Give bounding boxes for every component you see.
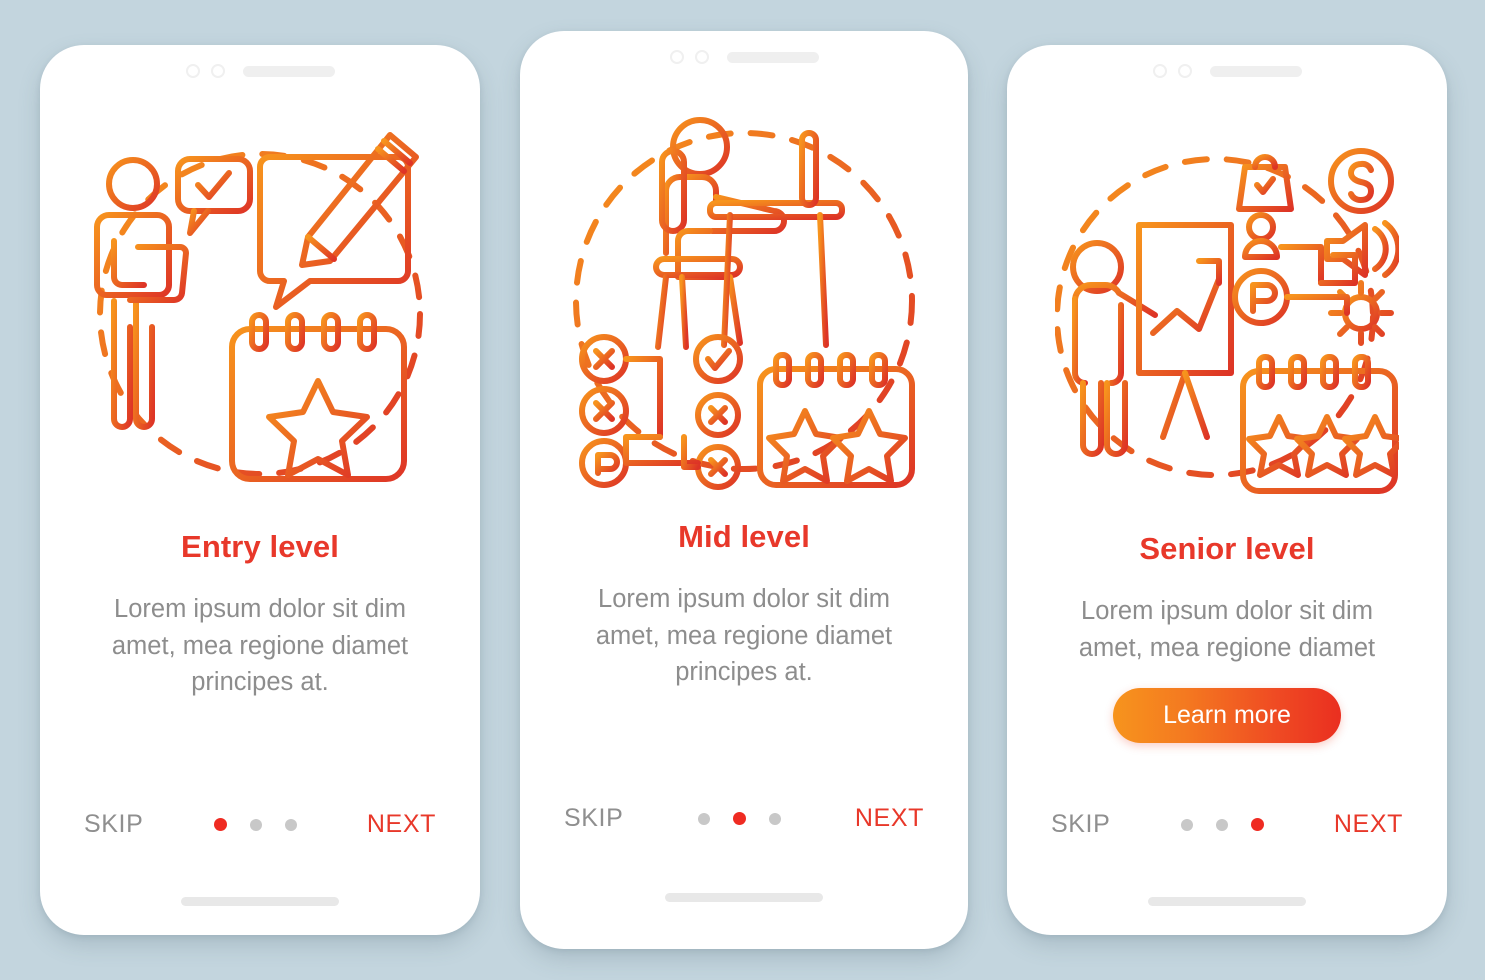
screen-content-entry-level: Entry level Lorem ipsum dolor sit dim am… bbox=[40, 45, 480, 935]
page-title: Mid level bbox=[678, 519, 810, 554]
onboarding-screens-stage: Entry level Lorem ipsum dolor sit dim am… bbox=[0, 0, 1485, 980]
speaker-grille-icon bbox=[726, 51, 819, 63]
speaker-grille-icon bbox=[1209, 65, 1302, 77]
bottom-navigation: SKIP NEXT bbox=[40, 810, 480, 839]
page-title: Senior level bbox=[1139, 531, 1315, 566]
next-button[interactable]: NEXT bbox=[855, 804, 924, 833]
pagination-dot-2[interactable] bbox=[1215, 818, 1228, 831]
pagination-dots bbox=[1180, 818, 1264, 831]
camera-dot-icon bbox=[669, 50, 684, 64]
phone-screen-entry-level: Entry level Lorem ipsum dolor sit dim am… bbox=[40, 45, 480, 935]
sensor-dot-icon bbox=[210, 64, 225, 78]
page-description: Lorem ipsum dolor sit dim amet, mea regi… bbox=[111, 595, 409, 697]
page-description: Lorem ipsum dolor sit dim amet, mea regi… bbox=[1078, 597, 1376, 662]
bottom-navigation: SKIP NEXT bbox=[520, 804, 968, 833]
skip-button[interactable]: SKIP bbox=[84, 810, 143, 839]
pagination-dot-3[interactable] bbox=[1250, 818, 1264, 831]
screen-content-mid-level: Mid level Lorem ipsum dolor sit dim amet… bbox=[520, 31, 968, 949]
screen-content-senior-level: Senior level Lorem ipsum dolor sit dim a… bbox=[1007, 45, 1447, 935]
pagination-dots bbox=[697, 812, 781, 825]
speaker-grille-icon bbox=[242, 65, 335, 77]
status-bar bbox=[1007, 45, 1447, 97]
skip-button[interactable]: SKIP bbox=[564, 804, 623, 833]
pagination-dot-3[interactable] bbox=[768, 812, 781, 825]
pagination-dot-1[interactable] bbox=[1180, 818, 1193, 831]
illustration-senior-level bbox=[1007, 129, 1447, 501]
illustration-mid-level bbox=[520, 111, 968, 491]
illustration-entry-level bbox=[40, 129, 480, 499]
pagination-dot-1[interactable] bbox=[213, 818, 227, 831]
sensor-dot-icon bbox=[694, 50, 709, 64]
learn-more-button[interactable]: Learn more bbox=[1113, 688, 1341, 744]
home-indicator-bar[interactable] bbox=[665, 893, 823, 902]
next-button[interactable]: NEXT bbox=[1334, 810, 1403, 839]
bottom-navigation: SKIP NEXT bbox=[1007, 810, 1447, 839]
pagination-dot-1[interactable] bbox=[697, 812, 710, 825]
skip-button[interactable]: SKIP bbox=[1051, 810, 1110, 839]
status-bar bbox=[520, 31, 968, 83]
status-bar bbox=[40, 45, 480, 97]
home-indicator-bar[interactable] bbox=[181, 897, 339, 906]
phone-screen-mid-level: Mid level Lorem ipsum dolor sit dim amet… bbox=[520, 31, 968, 949]
sensor-dot-icon bbox=[1177, 64, 1192, 78]
next-button[interactable]: NEXT bbox=[367, 810, 436, 839]
pagination-dot-3[interactable] bbox=[284, 818, 297, 831]
pagination-dot-2[interactable] bbox=[249, 818, 262, 831]
pagination-dot-2[interactable] bbox=[732, 812, 746, 825]
pagination-dots bbox=[213, 818, 297, 831]
camera-dot-icon bbox=[1152, 64, 1167, 78]
phone-screen-senior-level: Senior level Lorem ipsum dolor sit dim a… bbox=[1007, 45, 1447, 935]
page-title: Entry level bbox=[181, 529, 339, 564]
home-indicator-bar[interactable] bbox=[1148, 897, 1306, 906]
page-description: Lorem ipsum dolor sit dim amet, mea regi… bbox=[595, 585, 893, 687]
camera-dot-icon bbox=[185, 64, 200, 78]
